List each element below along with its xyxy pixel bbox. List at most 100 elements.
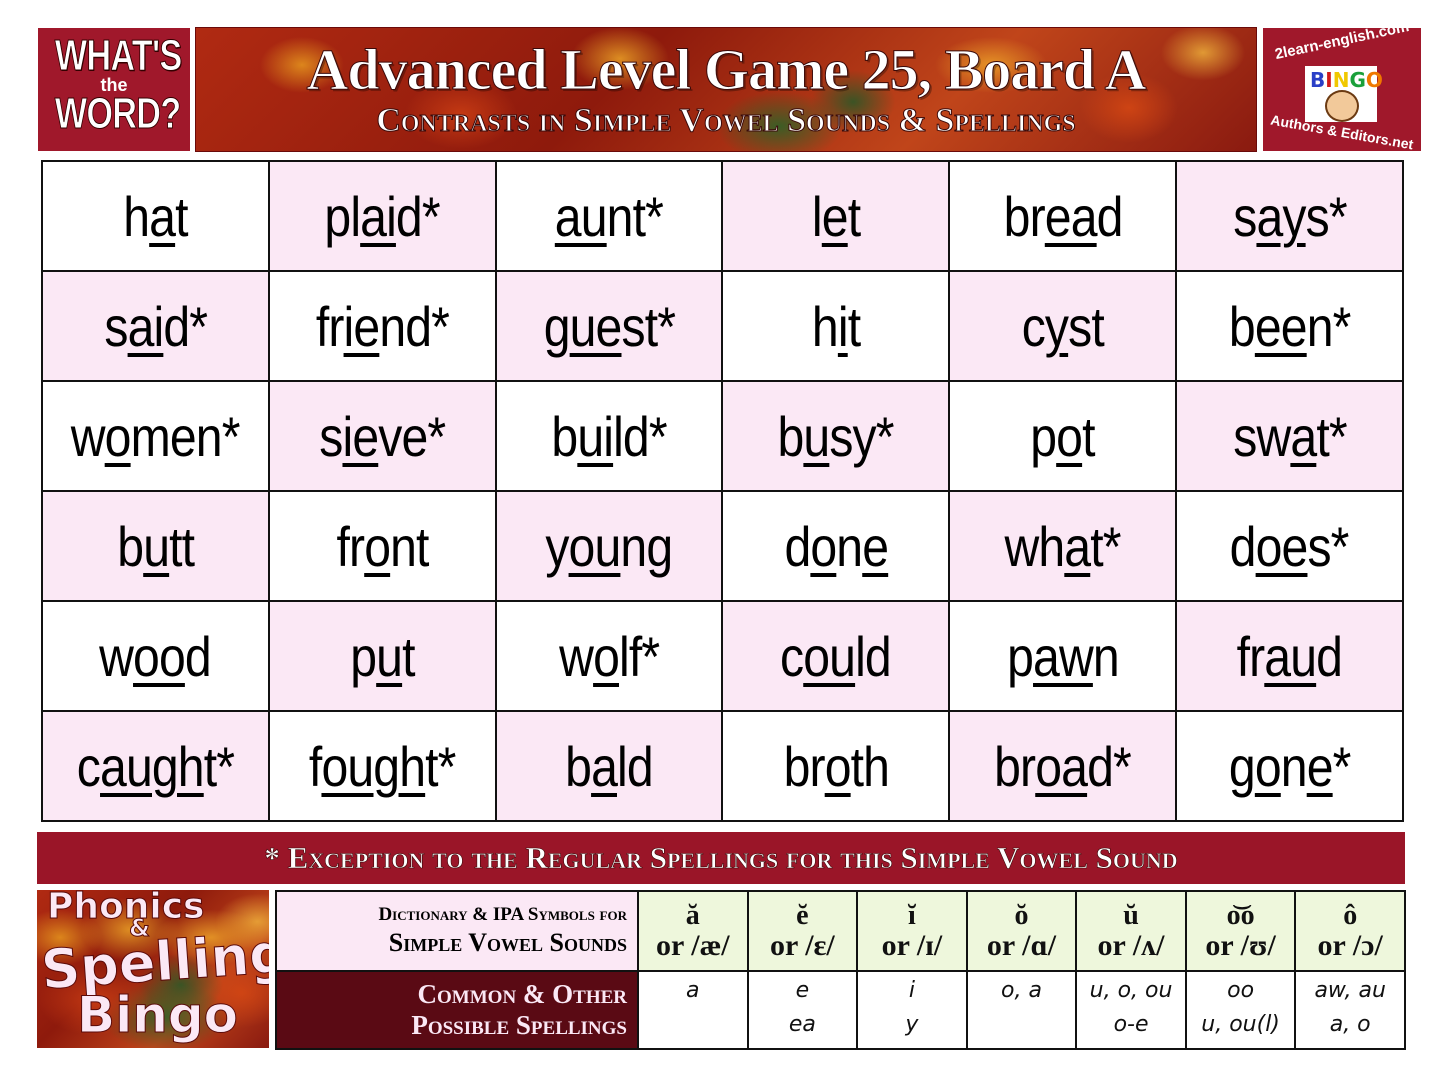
word-part: d xyxy=(185,624,212,688)
bingo-cell[interactable]: sieve* xyxy=(267,380,497,492)
bingo-word: sieve* xyxy=(319,404,446,469)
word-part: br xyxy=(994,734,1036,798)
bingo-cell[interactable]: build* xyxy=(494,380,724,492)
bingo-cell[interactable]: butt xyxy=(41,490,270,602)
word-part: n xyxy=(835,514,863,578)
bingo-cell[interactable]: pot xyxy=(948,380,1178,492)
grid-row: caught* fought* bald broth broad* gone* xyxy=(41,710,1404,822)
bingo-word: guest* xyxy=(543,294,675,359)
bingo-cell[interactable]: women* xyxy=(41,380,270,492)
exception-asterisk: * xyxy=(641,624,660,688)
bingo-word: hat xyxy=(123,184,188,249)
bingo-cell[interactable]: broad* xyxy=(948,710,1178,822)
underlined-vowel: ay xyxy=(1256,184,1306,248)
bingo-letter-b: B xyxy=(1310,68,1326,92)
word-part: p xyxy=(1006,624,1034,688)
bingo-word: fought* xyxy=(309,734,456,799)
symbols-row: Dictionary & IPA Symbols for Simple Vowe… xyxy=(275,890,1406,972)
bingo-cell[interactable]: wood xyxy=(41,600,270,712)
exception-asterisk: * xyxy=(876,404,895,468)
bingo-cell[interactable]: said* xyxy=(41,270,270,382)
bingo-cell[interactable]: guest* xyxy=(494,270,724,382)
vowel-symbol-cell: ŏ or /ɑ/ xyxy=(965,890,1078,972)
word-part: sw xyxy=(1232,404,1291,468)
word-part: ng xyxy=(620,514,674,578)
bingo-cell[interactable]: let xyxy=(721,160,951,272)
underlined-vowel: au xyxy=(554,184,608,248)
bingo-cell[interactable]: plaid* xyxy=(267,160,497,272)
bingo-cell[interactable]: fraud xyxy=(1175,600,1404,712)
bingo-cell[interactable]: been* xyxy=(1175,270,1404,382)
bingo-word: build* xyxy=(551,404,667,469)
bingo-word: fraud xyxy=(1237,624,1343,689)
bingo-letter-n: N xyxy=(1332,68,1350,92)
common-spelling: e xyxy=(795,978,810,1003)
underlined-vowel: oo xyxy=(133,624,186,688)
spellings-row: Common & Other Possible Spellings a e ea i y… xyxy=(275,970,1406,1050)
bingo-cell[interactable]: pawn xyxy=(948,600,1178,712)
word-part: t xyxy=(1082,404,1095,468)
word-part: ld xyxy=(855,624,893,688)
bingo-cell[interactable]: cyst xyxy=(948,270,1178,382)
bingo-cell[interactable]: front xyxy=(267,490,497,602)
dictionary-symbol: ŏ xyxy=(1014,899,1029,931)
bingo-cell[interactable]: hat xyxy=(41,160,270,272)
word-part: ve xyxy=(378,404,428,468)
word-part: s xyxy=(319,404,343,468)
underlined-vowel: ough xyxy=(321,734,426,798)
bingo-cell[interactable]: broth xyxy=(721,710,951,822)
bingo-cell[interactable]: friend* xyxy=(267,270,497,382)
exception-asterisk: * xyxy=(1113,734,1132,798)
bingo-cell[interactable]: aunt* xyxy=(494,160,724,272)
whats-the-word-logo: WHAT'S the WORD? xyxy=(37,27,191,152)
word-part: d xyxy=(784,514,811,578)
bingo-cell[interactable]: fought* xyxy=(267,710,497,822)
bingo-word: hit xyxy=(812,294,861,359)
bingo-cell[interactable]: wolf* xyxy=(494,600,724,712)
bingo-cell[interactable]: done xyxy=(721,490,951,602)
bingo-cell[interactable]: bald xyxy=(494,710,724,822)
vowel-spellings-cell: u, o, ou o-e xyxy=(1075,970,1187,1050)
dictionary-symbol: ŭ xyxy=(1123,899,1139,931)
bingo-cell[interactable]: hit xyxy=(721,270,951,382)
common-spelling: o, a xyxy=(1001,978,1042,1003)
bingo-cell[interactable]: could xyxy=(721,600,951,712)
dictionary-symbol: ĕ xyxy=(796,899,809,931)
exception-note-banner: * Exception to the Regular Spellings for… xyxy=(37,832,1405,884)
other-spelling: ea xyxy=(788,1012,816,1037)
grid-row: butt front young done what* does* xyxy=(41,490,1404,602)
word-part: nd xyxy=(379,294,432,358)
exception-asterisk: * xyxy=(430,294,450,358)
exception-asterisk: * xyxy=(1331,514,1350,578)
word-part: n xyxy=(1092,624,1120,688)
word-part: t xyxy=(203,734,217,798)
bingo-cell[interactable]: put xyxy=(267,600,497,712)
bingo-cell[interactable]: swat* xyxy=(1175,380,1404,492)
underlined-vowel: o xyxy=(1254,734,1282,798)
bingo-cell[interactable]: says* xyxy=(1175,160,1404,272)
word-part: wh xyxy=(1004,514,1066,578)
bingo-letter-o: O xyxy=(1365,68,1383,92)
title-banner: Advanced Level Game 25, Board A Contrast… xyxy=(195,27,1257,152)
spellings-row-label: Common & Other Possible Spellings xyxy=(275,970,639,1050)
bingo-cell[interactable]: gone* xyxy=(1175,710,1404,822)
word-part: c xyxy=(780,624,804,688)
word-part: t xyxy=(847,294,861,358)
word-part: p xyxy=(1030,404,1058,468)
bingo-cell[interactable]: what* xyxy=(948,490,1178,602)
underlined-vowel: ie xyxy=(343,294,380,358)
underlined-vowel: augh xyxy=(99,734,205,798)
common-spelling: aw, au xyxy=(1314,978,1386,1003)
bingo-cell[interactable]: caught* xyxy=(41,710,270,822)
bingo-cell[interactable]: bread xyxy=(948,160,1178,272)
vowel-spellings-cell: o, a xyxy=(965,970,1078,1050)
bingo-word: pawn xyxy=(1006,624,1120,689)
bingo-word: wolf* xyxy=(559,624,660,689)
underlined-vowel: oa xyxy=(1035,734,1088,798)
bingo-letter-g: G xyxy=(1349,68,1366,92)
bingo-word: broad* xyxy=(994,734,1132,799)
bingo-cell[interactable]: young xyxy=(494,490,724,602)
word-part: d xyxy=(1096,184,1123,248)
bingo-cell[interactable]: busy* xyxy=(721,380,951,492)
bingo-cell[interactable]: does* xyxy=(1175,490,1404,602)
